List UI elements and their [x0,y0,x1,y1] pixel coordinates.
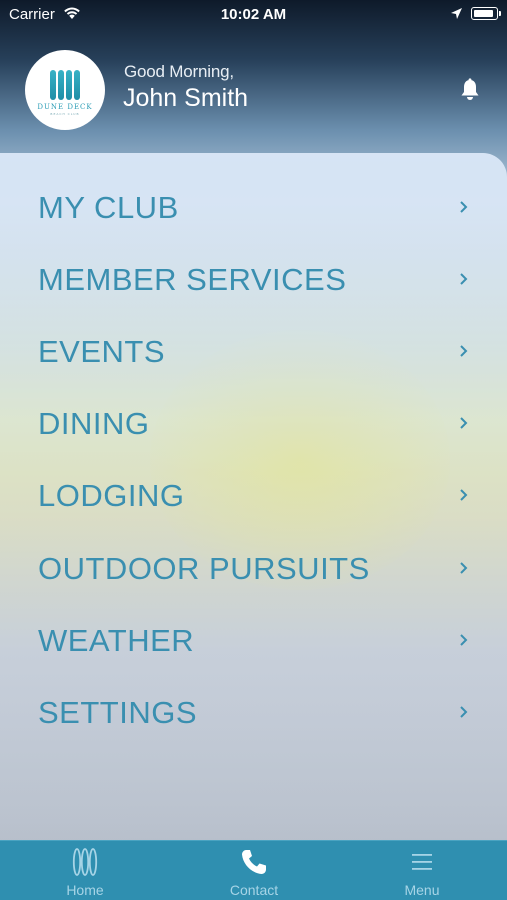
logo-subtext: BEACH CLUB [50,112,80,116]
logo-text: DUNE DECK [37,103,93,111]
tab-menu-label: Menu [404,882,440,898]
location-arrow-icon [451,8,462,19]
status-bar: Carrier 10:02 AM [0,0,507,30]
menu-item-dining[interactable]: DINING [0,392,507,452]
menu-item-my-club[interactable]: MY CLUB [0,176,507,236]
chevron-right-icon [460,273,468,285]
hamburger-menu-icon [412,854,432,870]
tab-bar: Home Contact Menu [0,840,507,900]
status-time: 10:02 AM [220,6,287,23]
tab-contact-label: Contact [229,882,279,898]
club-logo: DUNE DECK BEACH CLUB [25,50,105,130]
surfboards-logo-icon [50,70,80,100]
menu-item-weather[interactable]: WEATHER [0,609,507,669]
main-menu-card: MY CLUB MEMBER SERVICES EVENTS DINING LO… [0,153,507,843]
menu-item-events[interactable]: EVENTS [0,320,507,380]
tab-home[interactable]: Home [25,841,145,900]
phone-icon [242,850,266,874]
menu-item-label: DINING [38,406,150,441]
menu-item-label: LODGING [38,478,185,513]
menu-item-label: WEATHER [38,623,195,658]
menu-item-label: SETTINGS [38,695,198,730]
user-name: John Smith [123,84,249,112]
menu-item-label: EVENTS [38,334,166,369]
chevron-right-icon [460,201,468,213]
menu-item-lodging[interactable]: LODGING [0,464,507,524]
tab-home-label: Home [66,882,104,898]
chevron-right-icon [460,489,468,501]
greeting-text: Good Morning, [124,62,234,81]
surfboards-icon [72,848,98,876]
menu-item-label: OUTDOOR PURSUITS [38,551,370,586]
menu-item-label: MY CLUB [38,190,179,225]
chevron-right-icon [460,706,468,718]
battery-icon [471,7,501,20]
menu-item-label: MEMBER SERVICES [38,262,347,297]
menu-item-member-services[interactable]: MEMBER SERVICES [0,248,507,308]
battery-level [473,9,494,17]
chevron-right-icon [460,562,468,574]
bell-icon[interactable] [459,78,481,102]
tab-menu[interactable]: Menu [362,841,482,900]
tab-contact[interactable]: Contact [194,841,314,900]
chevron-right-icon [460,634,468,646]
menu-item-outdoor-pursuits[interactable]: OUTDOOR PURSUITS [0,537,507,597]
chevron-right-icon [460,417,468,429]
chevron-right-icon [460,345,468,357]
menu-item-settings[interactable]: SETTINGS [0,681,507,741]
